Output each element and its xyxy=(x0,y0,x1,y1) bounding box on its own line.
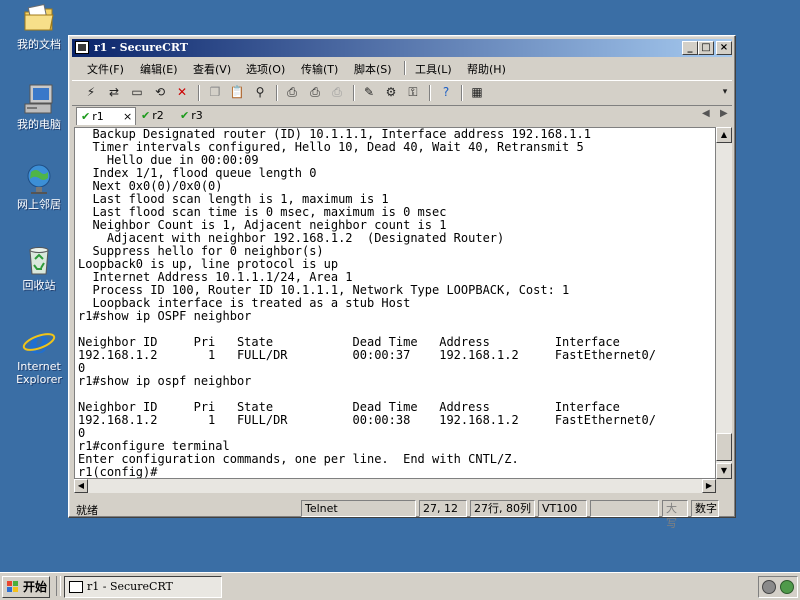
desktop-icon-internet-explorer[interactable]: e Internet Explorer xyxy=(6,323,72,386)
desktop-icon-label: 网上邻居 xyxy=(17,198,61,211)
paste-icon[interactable]: 📋 xyxy=(228,84,246,101)
menu-separator xyxy=(404,61,406,75)
tab-scroll-left-icon[interactable]: ◀ xyxy=(702,108,710,119)
desktop-icon-my-documents[interactable]: 我的文档 xyxy=(6,2,72,51)
scroll-down-button[interactable]: ▼ xyxy=(716,463,732,479)
desktop-icon-label: 我的电脑 xyxy=(17,118,61,131)
toolbar-separator xyxy=(198,85,200,101)
menu-options[interactable]: 选项(O) xyxy=(246,61,285,77)
menu-view[interactable]: 查看(V) xyxy=(193,61,231,77)
volume-icon[interactable] xyxy=(762,580,776,594)
find-icon[interactable]: ⚲ xyxy=(251,84,269,101)
status-num-lock: 数字 xyxy=(691,500,719,517)
scroll-right-button[interactable]: ▶ xyxy=(702,479,716,493)
status-emulation: VT100 xyxy=(538,500,587,517)
close-button[interactable]: × xyxy=(716,41,732,55)
session-options-icon[interactable]: ✎ xyxy=(360,84,378,101)
maximize-button[interactable]: □ xyxy=(698,41,714,55)
print-selection-icon[interactable]: ⎙ xyxy=(306,84,324,101)
taskbar-item-securecrt[interactable]: r1 - SecureCRT xyxy=(64,576,222,598)
status-ready: 就绪 xyxy=(76,504,98,517)
network-globe-icon xyxy=(22,162,56,196)
tab-label: r2 xyxy=(152,109,164,122)
toolbar-overflow-icon[interactable]: ▾ xyxy=(716,84,734,101)
internet-explorer-icon: e xyxy=(22,323,56,361)
copy-icon[interactable]: ❐ xyxy=(206,84,224,101)
status-cursor-position: 27, 12 xyxy=(419,500,467,517)
folder-icon xyxy=(22,2,56,36)
menu-script[interactable]: 脚本(S) xyxy=(354,61,392,77)
start-label: 开始 xyxy=(23,580,48,594)
terminal-output[interactable]: Backup Designated router (ID) 10.1.1.1, … xyxy=(74,127,716,479)
menu-transfer[interactable]: 传输(T) xyxy=(301,61,338,77)
connected-check-icon: ✔ xyxy=(81,110,91,123)
tab-r3[interactable]: ✔ r3 xyxy=(180,107,216,125)
menu-bar: 文件(F) 编辑(E) 查看(V) 选项(O) 传输(T) 脚本(S) 工具(L… xyxy=(72,58,732,78)
terminal-text[interactable]: Backup Designated router (ID) 10.1.1.1, … xyxy=(75,128,715,478)
desktop-icon-label: 我的文档 xyxy=(17,38,61,51)
desktop-icon-network[interactable]: 网上邻居 xyxy=(6,162,72,211)
desktop-icon-my-computer[interactable]: 我的电脑 xyxy=(6,82,72,131)
reconnect-icon[interactable]: ⟲ xyxy=(151,84,169,101)
tab-r2[interactable]: ✔ r2 xyxy=(141,107,177,125)
toolbar-separator xyxy=(429,85,431,101)
minimize-button[interactable]: _ xyxy=(682,41,698,55)
scroll-up-button[interactable]: ▲ xyxy=(716,127,732,143)
securecrt-app-icon xyxy=(69,581,83,593)
connect-icon[interactable]: ⚡ xyxy=(82,84,100,101)
keymap-icon[interactable]: ⚿ xyxy=(404,84,422,101)
taskbar-item-label: r1 - SecureCRT xyxy=(87,580,173,593)
connect-tab-icon[interactable]: ▭ xyxy=(128,84,146,101)
desktop-icon-recycle-bin[interactable]: 回收站 xyxy=(6,243,72,292)
connected-check-icon: ✔ xyxy=(180,109,190,122)
computer-icon xyxy=(22,82,56,116)
menu-tools[interactable]: 工具(L) xyxy=(415,61,452,77)
toolbar: ⚡ ⇄ ▭ ⟲ ✕ ❐ 📋 ⚲ ⎙ ⎙ ⎙ ✎ ⚙ ⚿ ? ▦ ▾ xyxy=(72,80,732,106)
scroll-thumb[interactable] xyxy=(716,433,732,461)
network-status-icon[interactable] xyxy=(780,580,794,594)
tab-scroll-right-icon[interactable]: ▶ xyxy=(720,108,728,119)
print-icon[interactable]: ⎙ xyxy=(283,84,301,101)
status-bar: 就绪 Telnet 27, 12 27行, 80列 VT100 大写 数字 xyxy=(72,498,732,530)
tab-label: r1 xyxy=(92,110,104,123)
tile-icon[interactable]: ▦ xyxy=(468,84,486,101)
session-tabs: ✔ r1 × ✔ r2 ✔ r3 ◀ ▶ xyxy=(72,106,732,126)
global-options-icon[interactable]: ⚙ xyxy=(382,84,400,101)
status-extra xyxy=(590,500,659,517)
vertical-scrollbar[interactable]: ▲ ▼ xyxy=(716,127,732,479)
menu-file[interactable]: 文件(F) xyxy=(87,61,124,77)
status-protocol: Telnet xyxy=(301,500,416,517)
quick-connect-icon[interactable]: ⇄ xyxy=(105,84,123,101)
start-button[interactable]: 开始 xyxy=(2,576,50,598)
toolbar-separator xyxy=(276,85,278,101)
title-bar[interactable]: r1 - SecureCRT _ □ × xyxy=(72,39,732,57)
desktop-icon-label: Internet Explorer xyxy=(16,360,62,386)
print-setup-icon[interactable]: ⎙ xyxy=(328,84,346,101)
taskbar: 开始 r1 - SecureCRT xyxy=(0,572,800,600)
windows-flag-icon xyxy=(7,581,19,593)
horizontal-scrollbar[interactable]: ◀ ▶ xyxy=(74,479,716,493)
scroll-left-button[interactable]: ◀ xyxy=(74,479,88,493)
securecrt-app-icon xyxy=(75,41,89,54)
taskbar-separator xyxy=(56,576,61,596)
system-tray xyxy=(758,576,798,598)
status-size: 27行, 80列 xyxy=(470,500,535,517)
help-icon[interactable]: ? xyxy=(437,84,455,101)
tab-close-icon[interactable]: × xyxy=(123,108,132,125)
menu-help[interactable]: 帮助(H) xyxy=(467,61,506,77)
toolbar-separator xyxy=(353,85,355,101)
desktop-icon-label: 回收站 xyxy=(22,279,56,292)
tab-label: r3 xyxy=(191,109,203,122)
svg-text:e: e xyxy=(29,324,49,358)
recycle-bin-icon xyxy=(22,243,56,277)
connected-check-icon: ✔ xyxy=(141,109,151,122)
status-caps-lock: 大写 xyxy=(662,500,688,530)
securecrt-window: r1 - SecureCRT _ □ × 文件(F) 编辑(E) 查看(V) 选… xyxy=(68,35,736,530)
tab-r1[interactable]: ✔ r1 × xyxy=(76,107,136,125)
disconnect-icon[interactable]: ✕ xyxy=(173,84,191,101)
window-title: r1 - SecureCRT xyxy=(94,41,188,54)
menu-edit[interactable]: 编辑(E) xyxy=(140,61,178,77)
toolbar-separator xyxy=(461,85,463,101)
